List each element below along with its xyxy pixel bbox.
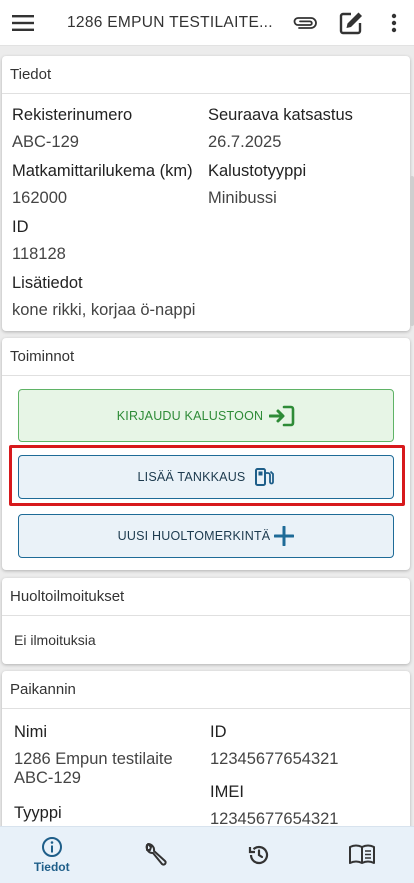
notices-card: Huoltoilmoitukset Ei ilmoituksia <box>2 578 410 664</box>
registration-field: Rekisterinumero ABC-129 <box>12 106 132 152</box>
paperclip-icon <box>293 16 317 29</box>
next-inspection-field: Seuraava katsastus 26.7.2025 <box>208 106 353 152</box>
locator-type-field: Tyyppi <box>14 804 62 823</box>
locator-name-label: Nimi <box>14 723 47 741</box>
info-icon <box>41 837 62 857</box>
extra-info-field: Lisätiedot kone rikki, korjaa ö-nappi <box>12 274 195 320</box>
id-value: 118128 <box>12 245 66 263</box>
menu-button[interactable] <box>0 0 46 46</box>
locator-card-header: Paikannin <box>2 671 410 709</box>
locator-type-label: Tyyppi <box>14 804 62 822</box>
more-vert-icon <box>391 13 397 32</box>
history-icon <box>248 845 268 865</box>
new-maintenance-label: UUSI HUOLTOMERKINTÄ <box>117 529 271 543</box>
login-equipment-button[interactable]: KIRJAUDU KALUSTOON <box>18 389 394 442</box>
nav-details[interactable]: Tiedot <box>0 827 104 883</box>
id-label: ID <box>12 218 29 236</box>
page-title: 1286 EMPUN TESTILAITE... <box>67 13 273 31</box>
nav-maintenance[interactable] <box>104 827 208 883</box>
registration-value: ABC-129 <box>12 133 79 151</box>
locator-imei-field: IMEI 12345677654321 <box>210 783 338 826</box>
id-field: ID 118128 <box>12 218 66 264</box>
locator-id-value: 12345677654321 <box>210 750 339 768</box>
locator-card: Paikannin Nimi 1286 Empun testilaite ABC… <box>2 671 410 826</box>
edit-button[interactable] <box>328 0 374 46</box>
login-icon <box>269 405 295 427</box>
highlight-box <box>9 445 405 506</box>
new-maintenance-button[interactable]: UUSI HUOLTOMERKINTÄ <box>18 514 394 558</box>
scrollbar[interactable] <box>410 176 414 326</box>
extra-info-value: kone rikki, korjaa ö-nappi <box>12 301 196 319</box>
nav-details-label: Tiedot <box>33 860 70 874</box>
locator-name-value-line1: 1286 Empun testilaite <box>14 750 173 768</box>
details-card: Tiedot Rekisterinumero ABC-129 Seuraava … <box>2 56 410 331</box>
locator-imei-label: IMEI <box>210 783 244 801</box>
odometer-field: Matkamittarilukema (km) 162000 <box>12 162 193 208</box>
app-bar: 1286 EMPUN TESTILAITE... <box>0 0 414 46</box>
login-equipment-label: KIRJAUDU KALUSTOON <box>116 408 264 423</box>
locator-name-value-line2: ABC-129 <box>14 769 81 787</box>
equipment-type-value: Minibussi <box>208 189 277 207</box>
details-card-header: Tiedot <box>2 56 410 94</box>
locator-name-field: Nimi 1286 Empun testilaite ABC-129 <box>14 723 173 788</box>
notices-empty-text: Ei ilmoituksia <box>14 632 96 648</box>
nav-logbook[interactable] <box>311 827 414 883</box>
odometer-value: 162000 <box>12 189 68 207</box>
locator-imei-value: 12345677654321 <box>210 810 339 826</box>
nav-history[interactable] <box>207 827 311 883</box>
notices-card-header: Huoltoilmoitukset <box>2 578 410 616</box>
locator-id-field: ID 12345677654321 <box>210 723 338 769</box>
equipment-type-field: Kalustotyyppi Minibussi <box>208 162 306 208</box>
wrench-icon <box>145 842 167 866</box>
actions-card-header: Toiminnot <box>2 338 410 376</box>
extra-info-label: Lisätiedot <box>12 274 83 292</box>
equipment-type-label: Kalustotyyppi <box>208 162 307 180</box>
bottom-navigation: Tiedot <box>0 826 414 883</box>
book-icon <box>349 844 376 864</box>
next-inspection-label: Seuraava katsastus <box>208 106 353 124</box>
plus-icon <box>274 526 295 546</box>
menu-icon <box>12 14 34 31</box>
registration-label: Rekisterinumero <box>12 106 133 124</box>
odometer-label: Matkamittarilukema (km) <box>12 162 193 180</box>
more-options-button[interactable] <box>374 0 414 46</box>
attachment-button[interactable] <box>282 0 328 46</box>
edit-icon <box>339 12 362 34</box>
locator-id-label: ID <box>210 723 227 741</box>
next-inspection-value: 26.7.2025 <box>208 133 282 151</box>
content-scroll[interactable]: Tiedot Rekisterinumero ABC-129 Seuraava … <box>0 46 414 826</box>
actions-card: Toiminnot KIRJAUDU KALUSTOON LISÄÄ TANKK… <box>2 338 410 570</box>
